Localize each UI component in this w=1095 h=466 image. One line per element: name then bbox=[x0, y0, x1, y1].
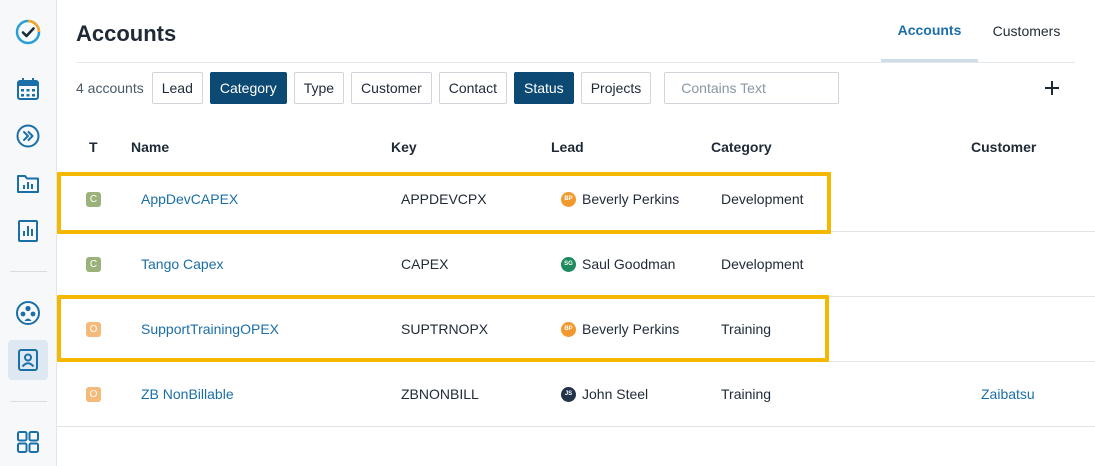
header-divider bbox=[76, 62, 1075, 63]
lead-cell: BP Beverly Perkins bbox=[561, 167, 679, 231]
column-header-name[interactable]: Name bbox=[131, 139, 169, 155]
search-input[interactable] bbox=[664, 72, 840, 104]
type-cell: O bbox=[86, 297, 101, 361]
key-cell: ZBNONBILL bbox=[401, 386, 479, 402]
lead-name: Beverly Perkins bbox=[582, 191, 680, 207]
person-card-icon[interactable] bbox=[8, 340, 48, 380]
top-tabs: Accounts Customers bbox=[881, 0, 1075, 62]
sidebar-divider bbox=[10, 401, 47, 402]
column-header-lead[interactable]: Lead bbox=[551, 139, 584, 155]
key-cell: CAPEX bbox=[401, 256, 449, 272]
table-row[interactable]: C AppDevCAPEX APPDEVCPX BP Beverly Perkins De… bbox=[57, 167, 1095, 232]
category-cell: Development bbox=[721, 191, 804, 207]
sidebar bbox=[0, 0, 57, 466]
account-name-link[interactable]: Tango Capex bbox=[141, 256, 224, 272]
lead-cell: BP Beverly Perkins bbox=[561, 297, 679, 361]
name-cell: SupportTrainingOPEX bbox=[141, 297, 279, 361]
name-cell: Tango Capex bbox=[141, 232, 224, 296]
filter-projects-button[interactable]: Projects bbox=[580, 72, 652, 104]
calendar-icon[interactable] bbox=[8, 69, 48, 109]
filter-customer-button[interactable]: Customer bbox=[351, 72, 432, 104]
report-chart-icon[interactable] bbox=[8, 211, 48, 251]
sidebar-divider bbox=[10, 271, 47, 272]
name-cell: AppDevCAPEX bbox=[141, 167, 238, 231]
app-logo-icon[interactable] bbox=[8, 12, 48, 52]
tab-customers[interactable]: Customers bbox=[978, 0, 1075, 62]
table-row[interactable]: O SupportTrainingOPEX SUPTRNOPX BP Beverly P… bbox=[57, 297, 1095, 362]
filter-type-button[interactable]: Type bbox=[293, 72, 345, 104]
app-root: Accounts Accounts Customers 4 accounts L… bbox=[0, 0, 1095, 466]
column-header-category[interactable]: Category bbox=[711, 139, 772, 155]
customer-cell: Zaibatsu bbox=[981, 362, 1035, 426]
lead-cell: SG Saul Goodman bbox=[561, 232, 675, 296]
account-type-badge: O bbox=[86, 386, 101, 402]
account-count: 4 accounts bbox=[76, 80, 144, 96]
apps-grid-icon[interactable] bbox=[8, 422, 48, 462]
category-cell: Training bbox=[721, 321, 772, 337]
table-row[interactable]: O ZB NonBillable ZBNONBILL JS John Steel Trai… bbox=[57, 362, 1095, 427]
account-type-badge: O bbox=[86, 321, 101, 337]
type-cell: C bbox=[86, 232, 101, 296]
filter-category-button[interactable]: Category bbox=[209, 72, 287, 104]
customer-link[interactable]: Zaibatsu bbox=[981, 386, 1035, 402]
column-header-customer[interactable]: Customer bbox=[971, 139, 1036, 155]
account-name-link[interactable]: AppDevCAPEX bbox=[141, 191, 238, 207]
filter-lead-button[interactable]: Lead bbox=[151, 72, 203, 104]
page-title: Accounts bbox=[76, 21, 177, 46]
category-cell: Training bbox=[721, 386, 772, 402]
add-account-button[interactable] bbox=[1040, 76, 1064, 100]
tab-accounts[interactable]: Accounts bbox=[881, 0, 978, 62]
avatar: BP bbox=[561, 321, 576, 337]
filter-contact-button[interactable]: Contact bbox=[438, 72, 507, 104]
avatar: BP bbox=[561, 191, 576, 207]
filter-status-button[interactable]: Status bbox=[513, 72, 574, 104]
folder-chart-icon[interactable] bbox=[8, 163, 48, 203]
lead-name: Saul Goodman bbox=[582, 256, 676, 272]
account-name-link[interactable]: ZB NonBillable bbox=[141, 386, 234, 402]
name-cell: ZB NonBillable bbox=[141, 362, 234, 426]
filter-bar: 4 accounts Lead Category Type Customer C… bbox=[76, 72, 840, 104]
table-row[interactable]: C Tango Capex CAPEX SG Saul Goodman Developme… bbox=[57, 232, 1095, 297]
column-header-key[interactable]: Key bbox=[391, 139, 417, 155]
team-icon[interactable] bbox=[8, 293, 48, 333]
lead-name: John Steel bbox=[582, 386, 649, 402]
lead-cell: JS John Steel bbox=[561, 362, 648, 426]
column-header-type[interactable]: T bbox=[89, 139, 98, 155]
avatar: JS bbox=[561, 386, 576, 402]
account-type-badge: C bbox=[86, 191, 101, 207]
category-cell: Development bbox=[721, 256, 804, 272]
key-cell: SUPTRNOPX bbox=[401, 321, 489, 337]
forward-icon[interactable] bbox=[8, 116, 48, 156]
plus-icon bbox=[1045, 81, 1059, 95]
avatar: SG bbox=[561, 256, 576, 272]
type-cell: C bbox=[86, 167, 101, 231]
account-name-link[interactable]: SupportTrainingOPEX bbox=[141, 321, 279, 337]
type-cell: O bbox=[86, 362, 101, 426]
key-cell: APPDEVCPX bbox=[401, 191, 487, 207]
account-type-badge: C bbox=[86, 256, 101, 272]
lead-name: Beverly Perkins bbox=[582, 321, 680, 337]
